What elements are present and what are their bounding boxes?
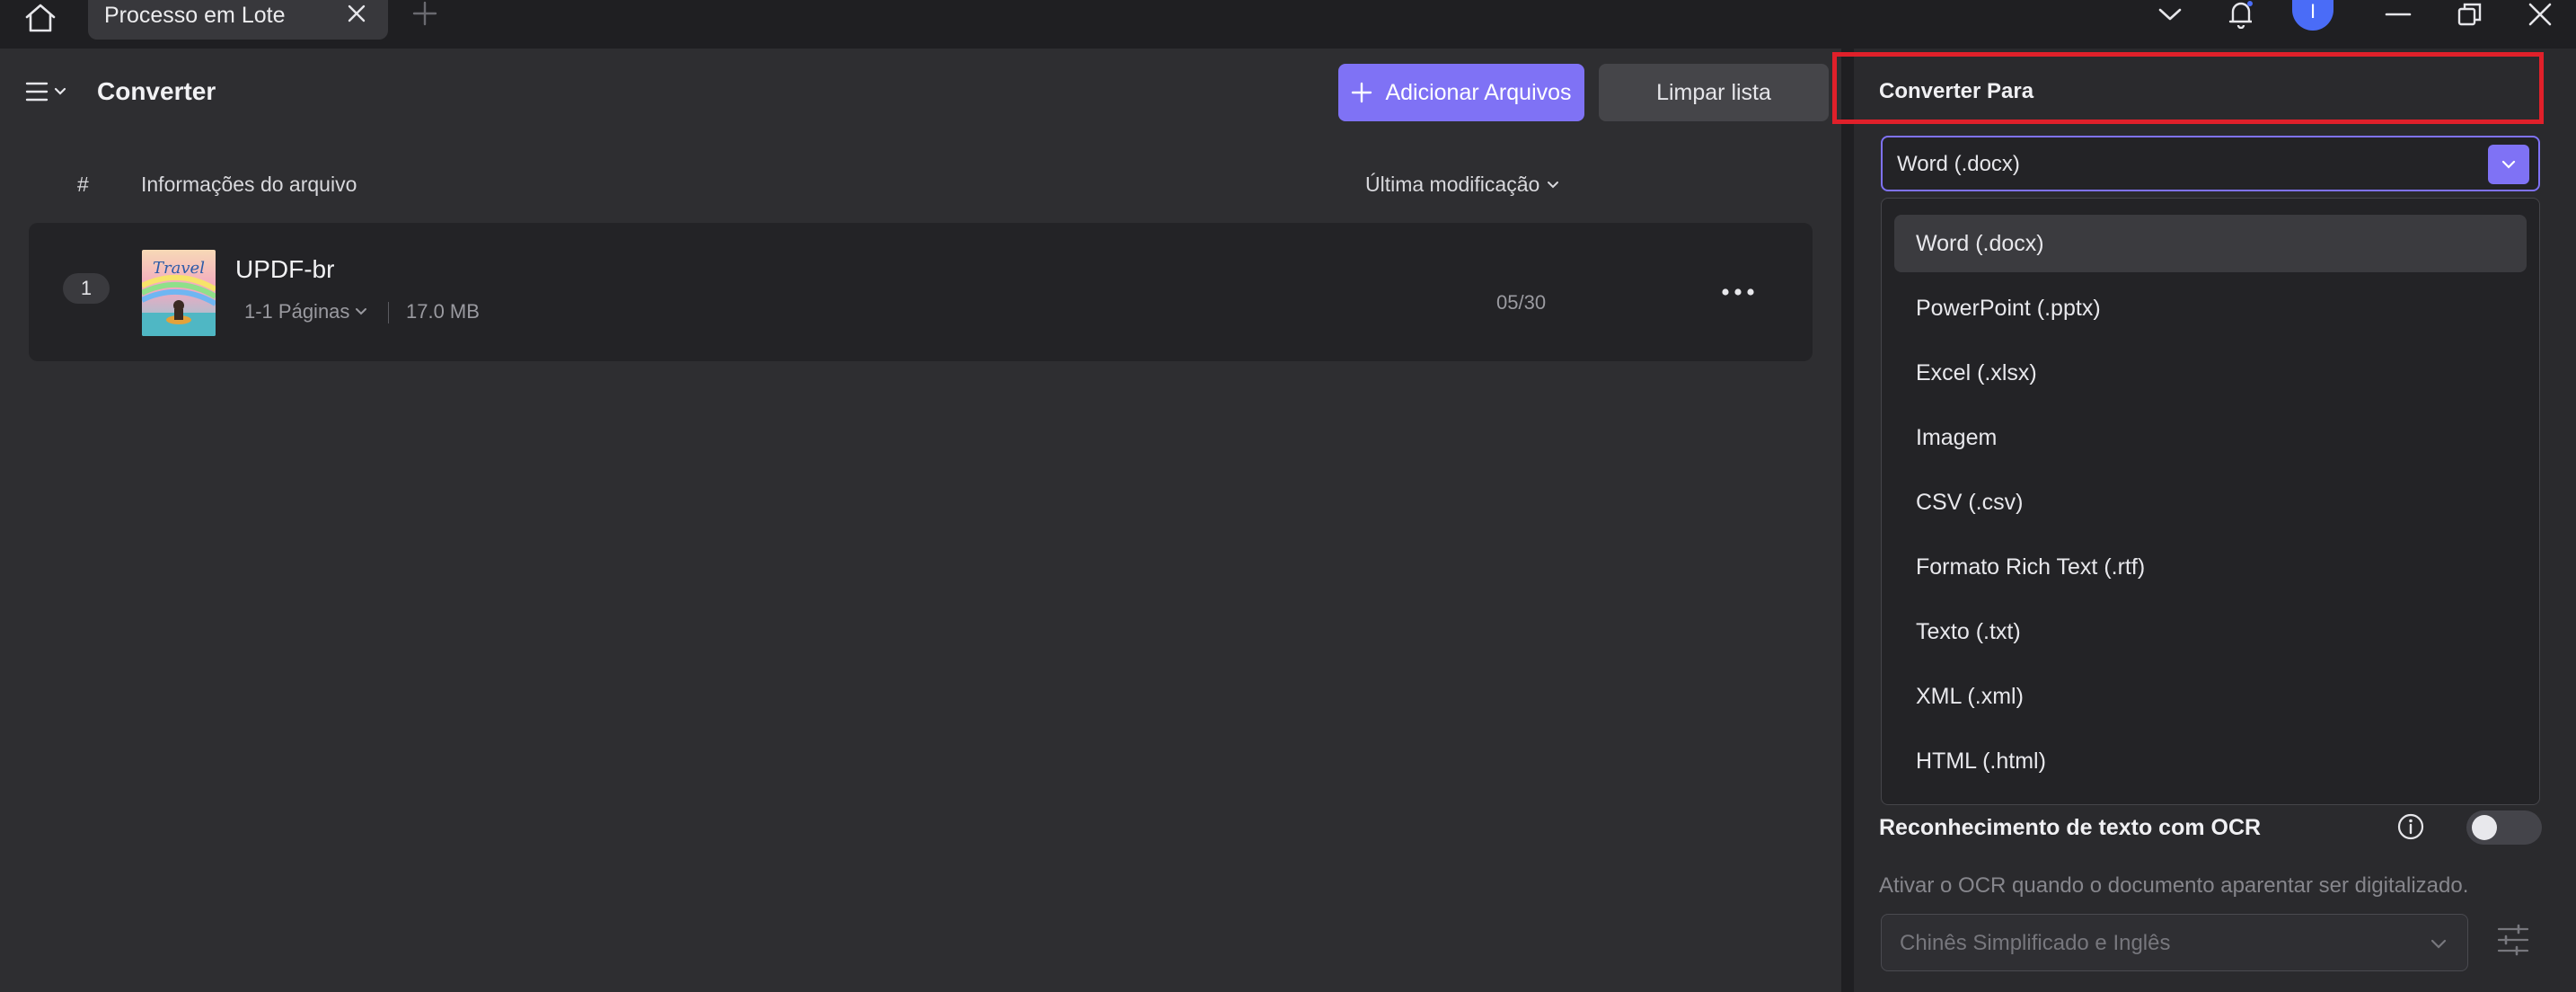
row-index: 1 bbox=[63, 273, 110, 304]
avatar[interactable]: I bbox=[2292, 0, 2333, 31]
format-select-caret[interactable] bbox=[2488, 145, 2529, 184]
format-option-csv[interactable]: CSV (.csv) bbox=[1894, 474, 2527, 531]
tabs-dropdown-button[interactable] bbox=[2152, 0, 2188, 29]
chevron-down-icon bbox=[2430, 939, 2447, 949]
column-modified-label: Última modificação bbox=[1365, 173, 1540, 196]
hamburger-icon bbox=[25, 82, 49, 102]
panel-title: Converter Para bbox=[1879, 79, 2034, 103]
close-icon[interactable] bbox=[345, 2, 368, 25]
format-dropdown-menu: Word (.docx) PowerPoint (.pptx) Excel (.… bbox=[1881, 198, 2540, 805]
bell-icon bbox=[2228, 1, 2253, 29]
format-option-xml[interactable]: XML (.xml) bbox=[1894, 668, 2527, 725]
toggle-knob bbox=[2472, 815, 2497, 840]
add-files-button[interactable]: Adicionar Arquivos bbox=[1338, 64, 1584, 121]
close-window-button[interactable] bbox=[2522, 0, 2558, 29]
info-icon[interactable] bbox=[2396, 812, 2425, 841]
add-files-label: Adicionar Arquivos bbox=[1385, 79, 1572, 105]
page-range-selector[interactable]: 1-1 Páginas bbox=[244, 300, 367, 323]
format-option-excel[interactable]: Excel (.xlsx) bbox=[1894, 344, 2527, 402]
panel-divider bbox=[1841, 49, 1854, 992]
plus-icon bbox=[1352, 82, 1372, 103]
notifications-button[interactable] bbox=[2222, 0, 2260, 29]
format-option-image[interactable]: Imagem bbox=[1894, 409, 2527, 466]
sliders-icon[interactable] bbox=[2495, 922, 2531, 958]
chevron-down-icon bbox=[54, 87, 66, 95]
separator bbox=[388, 302, 389, 323]
minimize-button[interactable] bbox=[2380, 0, 2416, 29]
tab-label: Processo em Lote bbox=[104, 3, 286, 28]
column-info-header: Informações do arquivo bbox=[141, 173, 357, 196]
restore-icon bbox=[2457, 3, 2482, 26]
page-range-label: 1-1 Páginas bbox=[244, 300, 350, 323]
ocr-language-select[interactable]: Chinês Simplificado e Inglês bbox=[1881, 914, 2468, 971]
chevron-down-icon bbox=[356, 308, 367, 315]
file-date: 05/30 bbox=[1496, 291, 1547, 314]
format-option-powerpoint[interactable]: PowerPoint (.pptx) bbox=[1894, 279, 2527, 337]
menu-button[interactable] bbox=[25, 75, 72, 108]
format-option-txt[interactable]: Texto (.txt) bbox=[1894, 603, 2527, 660]
restore-button[interactable] bbox=[2452, 0, 2488, 29]
column-index-header: # bbox=[77, 173, 89, 196]
chevron-down-icon bbox=[2158, 8, 2182, 21]
file-size: 17.0 MB bbox=[406, 300, 480, 323]
ocr-language-value: Chinês Simplificado e Inglês bbox=[1900, 931, 2171, 955]
format-option-rtf[interactable]: Formato Rich Text (.rtf) bbox=[1894, 538, 2527, 596]
format-option-word[interactable]: Word (.docx) bbox=[1894, 215, 2527, 272]
chevron-down-icon bbox=[1548, 181, 1559, 188]
plus-icon[interactable] bbox=[411, 0, 438, 27]
format-select[interactable]: Word (.docx) bbox=[1881, 136, 2540, 191]
more-icon bbox=[1722, 288, 1754, 296]
file-name: UPDF-br bbox=[235, 255, 335, 283]
column-modified-header[interactable]: Última modificação bbox=[1365, 173, 1559, 197]
file-list-area: Converter Adicionar Arquivos Limpar list… bbox=[0, 49, 1841, 992]
ocr-description: Ativar o OCR quando o documento aparenta… bbox=[1879, 873, 2469, 898]
chevron-down-icon bbox=[2501, 160, 2516, 169]
file-thumbnail: Travel bbox=[142, 250, 216, 336]
thumbnail-text: Travel bbox=[153, 259, 205, 278]
format-option-html[interactable]: HTML (.html) bbox=[1894, 732, 2527, 790]
close-window-icon bbox=[2528, 3, 2552, 26]
home-icon bbox=[25, 4, 56, 32]
title-bar: Processo em Lote I bbox=[0, 0, 2576, 49]
clear-list-button[interactable]: Limpar lista bbox=[1599, 64, 1829, 121]
home-button[interactable] bbox=[20, 0, 61, 36]
more-options-button[interactable] bbox=[1716, 279, 1760, 306]
clear-list-label: Limpar lista bbox=[1656, 79, 1771, 105]
tab-batch-process[interactable]: Processo em Lote bbox=[88, 0, 388, 40]
ocr-label: Reconhecimento de texto com OCR bbox=[1879, 815, 2262, 840]
table-row[interactable]: 1 Travel UPDF-br 1-1 Páginas 17.0 MB 05/… bbox=[29, 223, 1813, 361]
ocr-toggle[interactable] bbox=[2466, 810, 2542, 845]
page-title: Converter bbox=[97, 77, 216, 105]
format-select-value: Word (.docx) bbox=[1897, 152, 2020, 176]
minimize-icon bbox=[2385, 13, 2412, 16]
